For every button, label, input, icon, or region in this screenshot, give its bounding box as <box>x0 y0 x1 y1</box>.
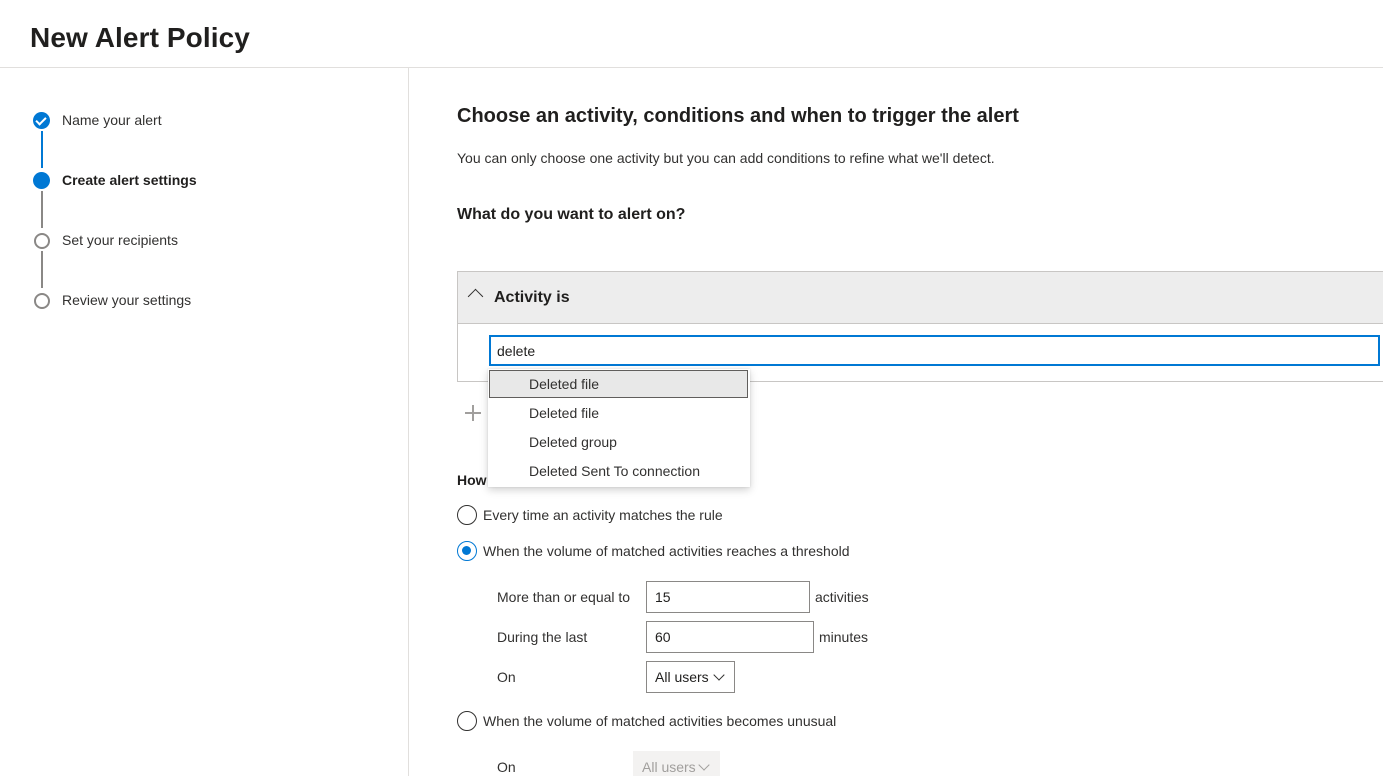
count-input[interactable] <box>646 581 810 613</box>
step-connector <box>41 251 43 288</box>
suggestion-item[interactable]: Deleted Sent To connection <box>489 457 748 485</box>
suggestion-item[interactable]: Deleted group <box>489 428 748 456</box>
empty-circle-icon <box>34 293 50 309</box>
unusual-scope-label: On <box>497 759 516 775</box>
wizard-step-label: Review your settings <box>62 292 192 308</box>
empty-circle-icon <box>34 233 50 249</box>
step-connector <box>41 131 43 168</box>
unusual-scope-value: All users <box>642 759 696 775</box>
wizard-steps: Name your alert Create alert settings Se… <box>0 68 409 776</box>
radio-unusual[interactable] <box>457 711 477 731</box>
scope-label: On <box>497 669 516 685</box>
activity-search-input[interactable] <box>489 335 1380 366</box>
page-title: New Alert Policy <box>30 22 250 53</box>
count-unit: activities <box>815 589 869 605</box>
wizard-step-label: Create alert settings <box>62 172 197 188</box>
radio-every-time[interactable] <box>457 505 477 525</box>
radio-threshold[interactable] <box>457 541 477 561</box>
current-step-icon <box>33 172 50 189</box>
main-content: Choose an activity, conditions and when … <box>410 68 1383 776</box>
section-description: You can only choose one activity but you… <box>457 150 995 166</box>
scope-dropdown[interactable]: All users <box>646 661 735 693</box>
suggestion-item[interactable]: Deleted file <box>489 370 748 398</box>
chevron-down-icon <box>713 669 725 681</box>
wizard-step-label: Set your recipients <box>62 232 178 248</box>
alert-on-heading: What do you want to alert on? <box>457 206 686 223</box>
trigger-heading: How <box>457 472 487 488</box>
suggestion-item[interactable]: Deleted file <box>489 399 748 427</box>
step-connector <box>41 191 43 228</box>
radio-label: When the volume of matched activities be… <box>483 713 837 729</box>
chevron-up-icon[interactable] <box>467 288 484 305</box>
activity-condition-card: Activity is <box>457 271 1383 382</box>
activity-suggestions-list: Deleted file Deleted file Deleted group … <box>488 369 750 487</box>
radio-label: Every time an activity matches the rule <box>483 507 723 523</box>
plus-icon[interactable] <box>465 405 481 421</box>
window-label: During the last <box>497 629 588 645</box>
activity-card-header[interactable]: Activity is <box>458 272 1383 324</box>
window-unit: minutes <box>819 629 869 645</box>
activity-card-title: Activity is <box>494 289 570 306</box>
wizard-step-label: Name your alert <box>62 112 162 128</box>
count-label: More than or equal to <box>497 589 631 605</box>
radio-label: When the volume of matched activities re… <box>483 543 850 559</box>
unusual-scope-dropdown: All users <box>633 751 720 776</box>
section-title: Choose an activity, conditions and when … <box>457 105 1019 127</box>
page-header: New Alert Policy <box>0 0 1383 68</box>
window-input[interactable] <box>646 621 814 653</box>
chevron-down-icon <box>698 759 710 771</box>
check-circle-icon <box>33 112 50 129</box>
scope-value: All users <box>655 669 709 685</box>
